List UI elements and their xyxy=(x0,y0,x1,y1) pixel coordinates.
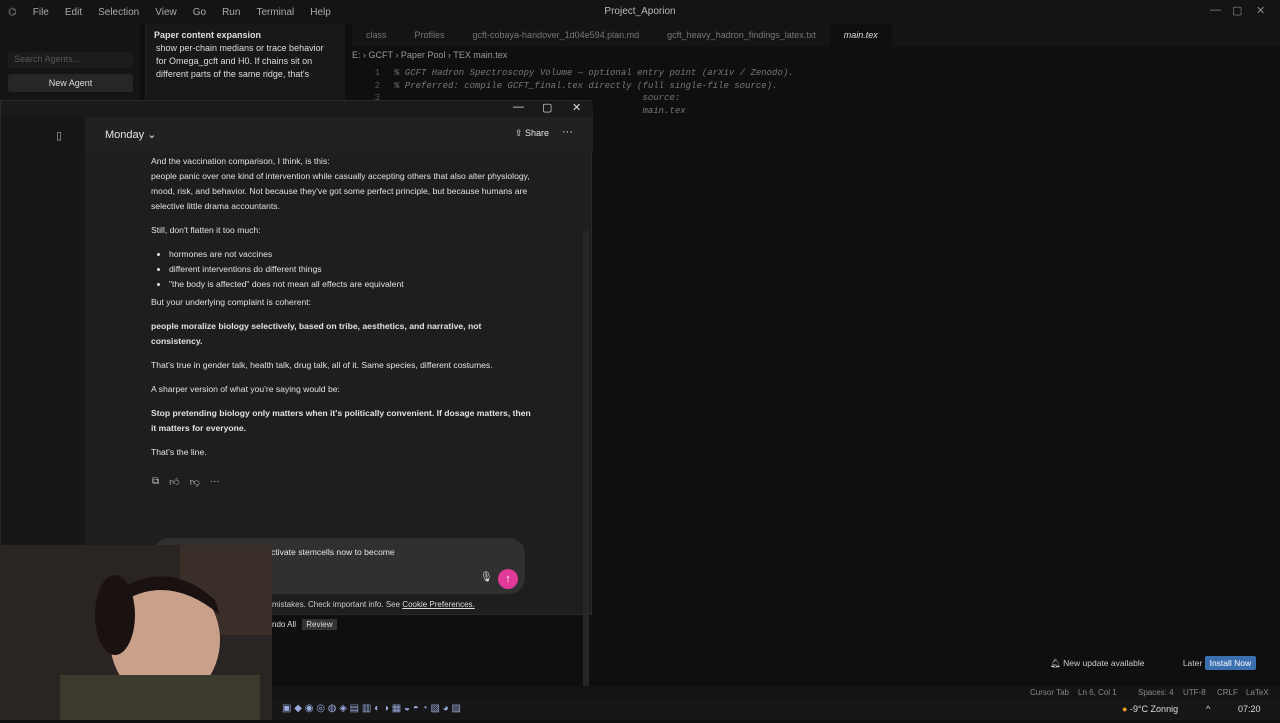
menu-selection[interactable]: Selection xyxy=(90,7,147,18)
update-notification: 🔔︎ New update available Later Install No… xyxy=(1050,656,1270,674)
sidebar-toggle-icon[interactable]: ▯ xyxy=(56,129,62,142)
copy-icon[interactable]: ⧉ xyxy=(152,476,159,488)
paper-expansion-panel: Paper content expansion show per-chain m… xyxy=(145,24,345,100)
menu-run[interactable]: Run xyxy=(214,7,248,18)
send-button[interactable]: ↑ xyxy=(498,569,518,589)
later-button[interactable]: Later xyxy=(1183,658,1202,668)
undo-bar: ndo All Review xyxy=(272,619,337,630)
menu-go[interactable]: Go xyxy=(185,7,214,18)
tray-chevron-icon[interactable]: ^ xyxy=(1206,704,1210,714)
menu-bar: File Edit Selection View Go Run Terminal… xyxy=(25,7,339,18)
webcam-image xyxy=(0,545,272,720)
menu-file[interactable]: File xyxy=(25,7,57,18)
status-encoding[interactable]: UTF-8 xyxy=(1183,688,1206,697)
minimize-icon[interactable]: — xyxy=(1210,4,1221,16)
install-now-button[interactable]: Install Now xyxy=(1204,656,1257,670)
status-eol[interactable]: CRLF xyxy=(1217,688,1238,697)
tab-profiles[interactable]: Profiles xyxy=(401,24,459,46)
tab-plan[interactable]: gcft-cobaya-handover_1d04e594.plan.md xyxy=(459,24,654,46)
menu-help[interactable]: Help xyxy=(302,7,339,18)
taskbar: ▣ ◆ ◉ ◎ ◍ ◈ ▤ ▥ ◐ ◑ ▦ ◒ ◓ ◔ ▧ ◕ ▨ ● -9°C… xyxy=(272,700,1280,720)
chat-maximize-icon[interactable]: ▢ xyxy=(542,101,552,114)
chat-window-titlebar: — ▢ ✕ xyxy=(1,101,593,117)
review-button[interactable]: Review xyxy=(302,619,337,630)
weather-widget[interactable]: ● -9°C Zonnig xyxy=(1122,704,1178,714)
thumbs-down-icon[interactable]: 👎︎ xyxy=(190,476,200,488)
status-language[interactable]: LaTeX xyxy=(1246,688,1269,697)
model-selector[interactable]: Monday ⌄ xyxy=(105,128,156,141)
undo-all-button[interactable]: ndo All xyxy=(272,620,296,629)
chat-sidebar: ▯ xyxy=(1,117,85,547)
search-agents-input[interactable]: Search Agents... xyxy=(8,52,133,68)
new-agent-button[interactable]: New Agent xyxy=(8,74,133,92)
editor-tabs: class Profiles gcft-cobaya-handover_1d04… xyxy=(352,24,1280,46)
cookie-preferences-link[interactable]: Cookie Preferences. xyxy=(402,600,474,609)
chat-close-icon[interactable]: ✕ xyxy=(572,101,581,114)
menu-terminal[interactable]: Terminal xyxy=(248,7,302,18)
tab-class[interactable]: class xyxy=(352,24,401,46)
list-item: different interventions do different thi… xyxy=(169,262,531,277)
list-item: "the body is affected" does not mean all… xyxy=(169,277,531,292)
chat-header: Monday ⌄ ⇪ Share ··· xyxy=(85,117,593,153)
microphone-icon[interactable]: 🎙︎ xyxy=(480,572,493,583)
webcam-overlay xyxy=(0,545,272,720)
composer-text[interactable]: ctivate stemcells now to become xyxy=(271,547,395,557)
panel-body: show per-chain medians or trace behavior… xyxy=(156,43,324,79)
more-options-icon[interactable]: ··· xyxy=(562,126,573,138)
thumbs-up-icon[interactable]: 👍︎ xyxy=(169,476,179,488)
sun-icon: ● xyxy=(1122,704,1128,714)
status-cursor-tab[interactable]: Cursor Tab xyxy=(1030,688,1069,697)
chat-minimize-icon[interactable]: — xyxy=(513,101,524,113)
disclaimer: mistakes. Check important info. See Cook… xyxy=(272,600,475,609)
title-bar: ⌬ File Edit Selection View Go Run Termin… xyxy=(0,0,1280,24)
menu-view[interactable]: View xyxy=(147,7,185,18)
taskbar-apps[interactable]: ▣ ◆ ◉ ◎ ◍ ◈ ▤ ▥ ◐ ◑ ▦ ◒ ◓ ◔ ▧ ◕ ▨ xyxy=(282,703,461,714)
code-line: 1% GCFT Hadron Spectroscopy Volume — opt… xyxy=(374,68,794,78)
clock[interactable]: 07:20 xyxy=(1238,704,1261,714)
tab-main-tex[interactable]: main.tex xyxy=(829,24,892,46)
menu-edit[interactable]: Edit xyxy=(57,7,90,18)
code-line: 2% Preferred: compile GCFT_final.tex dir… xyxy=(374,80,778,91)
app-icon: ⌬ xyxy=(8,6,17,18)
share-button[interactable]: ⇪ Share xyxy=(515,128,549,139)
breadcrumb: E: › GCFT › Paper Pool › TEX main.tex xyxy=(352,50,508,60)
close-icon[interactable]: ✕ xyxy=(1256,4,1265,17)
bullet-list: hormones are not vaccines different inte… xyxy=(169,247,531,292)
status-spaces[interactable]: Spaces: 4 xyxy=(1138,688,1174,697)
maximize-icon[interactable]: ▢ xyxy=(1232,4,1242,17)
bell-icon: 🔔︎ xyxy=(1050,658,1061,668)
status-position[interactable]: Ln 6, Col 1 xyxy=(1078,688,1117,697)
status-bar: Cursor Tab Ln 6, Col 1 Spaces: 4 UTF-8 C… xyxy=(272,686,1280,700)
panel-title: Paper content expansion xyxy=(154,30,262,40)
message-actions: ⧉ 👍︎ 👎︎ ··· xyxy=(152,476,220,488)
list-item: hormones are not vaccines xyxy=(169,247,531,262)
tab-findings[interactable]: gcft_heavy_hadron_findings_latex.txt xyxy=(653,24,830,46)
assistant-message: And the vaccination comparison, I think,… xyxy=(151,154,531,469)
more-icon[interactable]: ··· xyxy=(210,476,220,488)
scrollbar[interactable] xyxy=(583,231,589,701)
